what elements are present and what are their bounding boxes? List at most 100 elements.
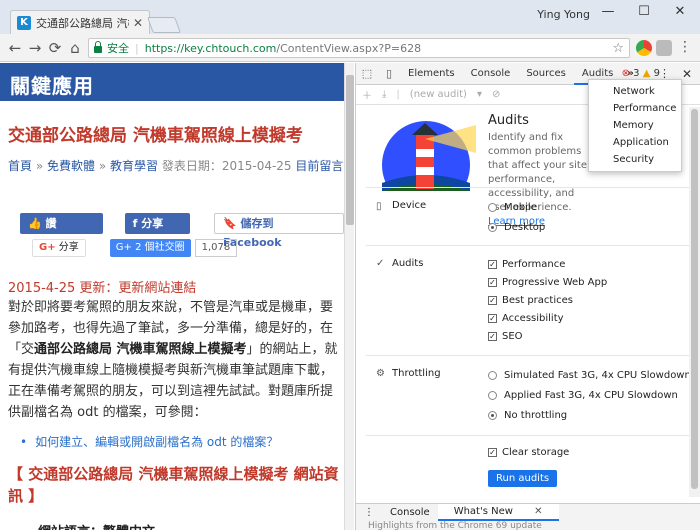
error-warning-counter[interactable]: ⊗ 3 ▲ 9	[622, 68, 660, 79]
drawer-menu-icon[interactable]: ⋮	[356, 507, 382, 518]
throttling-option[interactable]: Applied Fast 3G, 4x CPU Slowdown	[488, 390, 678, 401]
audit-item[interactable]: ✓ SEO	[488, 331, 523, 342]
radio[interactable]	[488, 391, 497, 400]
url-host: https://key.chtouch.com	[144, 41, 277, 55]
menu-item-security[interactable]: Security	[589, 151, 681, 168]
device-option-label: Desktop	[504, 222, 546, 233]
audit-item[interactable]: ✓ Progressive Web App	[488, 277, 607, 288]
tab-console[interactable]: Console	[463, 63, 519, 85]
site-banner[interactable]: 關鍵應用	[0, 63, 344, 101]
profile-name[interactable]: Ying Yong	[537, 8, 590, 21]
drawer-tab-whats-new[interactable]: What's New ✕	[437, 504, 559, 521]
browser-menu-icon[interactable]: ⋮	[678, 39, 692, 55]
checkbox[interactable]: ✓	[488, 278, 497, 287]
gplus-icon: G+	[39, 242, 56, 253]
bookmark-star-icon[interactable]: ☆	[612, 41, 624, 56]
gplus-share-label: 分享	[55, 242, 79, 253]
forward-icon[interactable]: →	[26, 39, 44, 57]
close-window-icon[interactable]: ✕	[668, 4, 692, 19]
drawer-tab-label: What's New	[453, 506, 513, 517]
fb-share-button[interactable]: f 分享 70	[124, 213, 190, 251]
audits-title: Audits	[488, 113, 529, 128]
web-page: 關鍵應用 交通部公路總局 汽機車駕照線上模擬考 首頁 » 免費軟體 » 教育學習…	[0, 63, 344, 530]
checkbox[interactable]: ✓	[488, 314, 497, 323]
drawer-tabbar: ⋮ Console What's New ✕	[356, 504, 700, 521]
tab-sources[interactable]: Sources	[518, 63, 574, 85]
more-tabs-menu: Network Performance Memory Application S…	[588, 79, 682, 172]
chrome-extension-icon[interactable]	[636, 40, 652, 56]
browser-toolbar: ← → ⟳ ⌂ 安全 | https://key.chtouch.com /Co…	[0, 34, 700, 62]
menu-item-performance[interactable]: Performance	[589, 100, 681, 117]
drawer-tab-close-icon[interactable]: ✕	[526, 506, 550, 517]
extension-icon[interactable]	[656, 40, 672, 56]
address-bar[interactable]: 安全 | https://key.chtouch.com /ContentVie…	[88, 38, 630, 58]
audits-section: ✓ Audits ✓ Performance ✓ Progressive Web A…	[366, 245, 689, 349]
odt-help-link[interactable]: 如何建立、編輯或開啟副檔名為 odt 的檔案？	[20, 433, 278, 450]
audit-item[interactable]: ✓ Best practices	[488, 295, 573, 306]
gplus-share-button[interactable]: G+ 分享	[32, 239, 86, 257]
tab-elements[interactable]: Elements	[400, 63, 463, 85]
site-language: 網站語言：繁體中文	[38, 521, 155, 530]
add-audit-icon[interactable]: ＋	[362, 87, 372, 102]
reload-icon[interactable]: ⟳	[46, 39, 64, 57]
crumb-home-link[interactable]: 首頁	[8, 159, 32, 173]
article-body: 對於即將要考駕照的朋友來說，不管是汽車或是機車，要參加路考，也得先過了筆試，多一…	[8, 297, 340, 423]
download-report-icon[interactable]: ⤓	[382, 89, 386, 100]
audit-item-label: Performance	[502, 259, 566, 270]
checkbox[interactable]: ✓	[488, 332, 497, 341]
crumb-category-link[interactable]: 免費軟體	[47, 159, 95, 173]
throttling-option[interactable]: Simulated Fast 3G, 4x CPU Slowdown	[488, 370, 691, 381]
gplus-circles-button[interactable]: G+ 2 個社交圈	[109, 239, 191, 257]
page-scroll-thumb[interactable]	[346, 75, 354, 225]
checkbox[interactable]: ✓	[488, 448, 497, 457]
menu-item-application[interactable]: Application	[589, 134, 681, 151]
gplus-count: 1,078	[194, 239, 238, 257]
throttling-option[interactable]: No throttling	[488, 410, 567, 421]
audits-check-icon: ✓	[376, 258, 385, 269]
update-link[interactable]: 更新網站連結	[118, 281, 196, 296]
fb-like-button[interactable]: 👍 讚 1,016	[20, 213, 103, 251]
radio[interactable]	[488, 371, 497, 380]
clear-icon[interactable]: ⊘	[492, 89, 500, 100]
home-icon[interactable]: ⌂	[66, 39, 84, 57]
warning-icon: ▲	[642, 68, 651, 79]
omnibox-separator: |	[135, 41, 139, 55]
browser-tab[interactable]: K 交通部公路總局 汽機車駕照 ✕	[10, 10, 150, 34]
drawer-tab-console[interactable]: Console	[382, 507, 438, 518]
comment-count-link[interactable]: 目前留言數10	[295, 159, 344, 173]
page-scrollbar[interactable]	[344, 63, 354, 530]
device-label: Device	[392, 200, 427, 211]
crumb-subcategory-link[interactable]: 教育學習	[110, 159, 158, 173]
inspect-element-icon[interactable]: ⬚	[356, 67, 378, 80]
radio[interactable]	[488, 411, 497, 420]
google-buttons: G+ 分享 G+ 2 個社交圈 1,078	[32, 239, 238, 257]
back-icon[interactable]: ←	[6, 39, 24, 57]
devtools-scroll-thumb[interactable]	[691, 109, 698, 489]
tab-close-icon[interactable]: ✕	[133, 16, 143, 30]
radio-mobile[interactable]	[488, 203, 497, 212]
minimize-icon[interactable]: —	[596, 4, 620, 19]
clear-storage-option[interactable]: ✓ Clear storage	[488, 447, 569, 458]
throttling-option-label: Applied Fast 3G, 4x CPU Slowdown	[504, 390, 678, 401]
audit-item[interactable]: ✓ Performance	[488, 259, 565, 270]
site-favicon-icon: K	[17, 15, 31, 30]
fb-save-button[interactable]: 🔖 儲存到 Facebook	[213, 213, 344, 249]
checkbox[interactable]: ✓	[488, 260, 497, 269]
radio-desktop[interactable]	[488, 223, 497, 232]
device-toolbar-icon[interactable]: ▯	[378, 67, 400, 80]
device-option-mobile[interactable]: Mobile	[488, 202, 537, 213]
checkbox[interactable]: ✓	[488, 296, 497, 305]
audit-item[interactable]: ✓ Accessibility	[488, 313, 564, 324]
menu-item-memory[interactable]: Memory	[589, 117, 681, 134]
drawer-hint: Highlights from the Chrome 69 update	[368, 521, 542, 530]
new-tab-button[interactable]	[147, 17, 181, 33]
clear-storage-section: ✓ Clear storage	[366, 435, 689, 465]
audit-select[interactable]: (new audit)	[410, 89, 467, 100]
devtools-close-icon[interactable]: ✕	[682, 67, 692, 81]
audit-item-label: Best practices	[502, 295, 573, 306]
run-audits-button[interactable]: Run audits	[488, 470, 558, 487]
menu-item-network[interactable]: Network	[589, 83, 681, 100]
maximize-icon[interactable]: ☐	[632, 4, 656, 19]
device-option-desktop[interactable]: Desktop	[488, 222, 545, 233]
devtools-scrollbar[interactable]	[689, 107, 700, 497]
